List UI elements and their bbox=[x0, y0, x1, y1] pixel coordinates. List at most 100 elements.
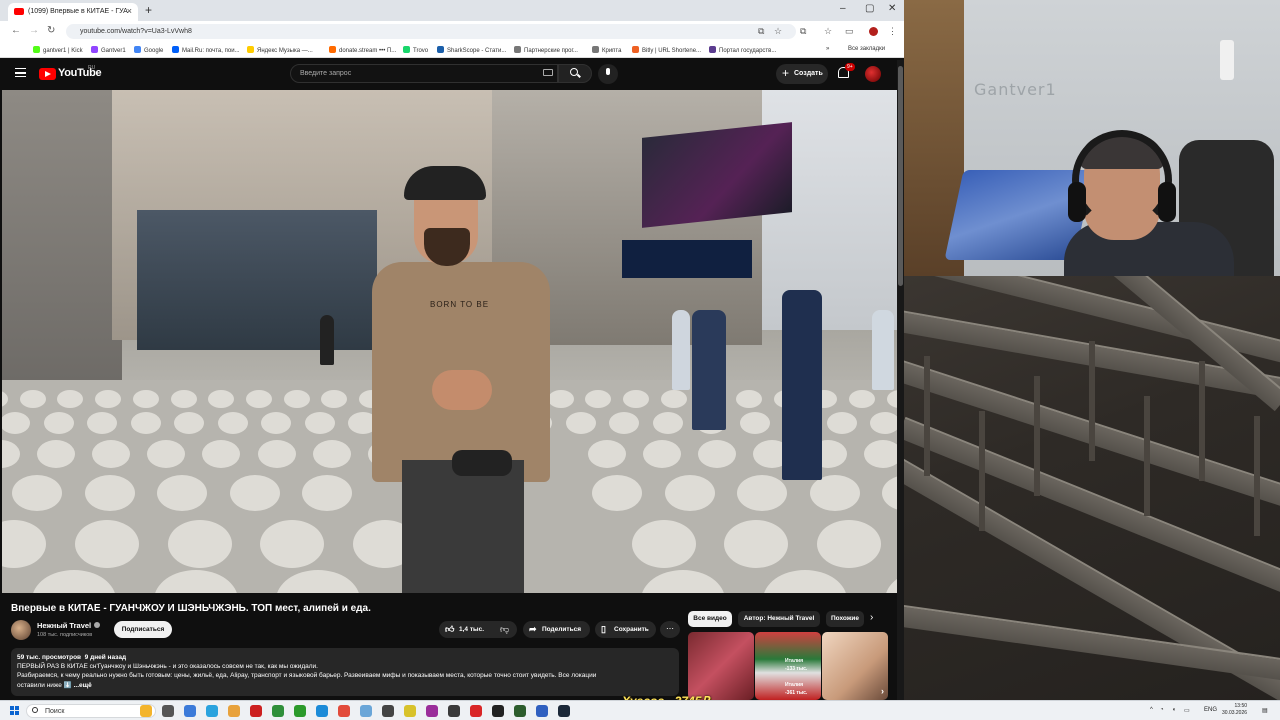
filter-chip[interactable]: Похожие bbox=[826, 611, 864, 627]
share-button[interactable]: ➦ Поделиться bbox=[523, 621, 590, 638]
account-avatar[interactable] bbox=[865, 66, 881, 82]
carousel-next-icon[interactable]: › bbox=[881, 686, 884, 696]
favorites-icon[interactable]: ☆ bbox=[824, 26, 832, 37]
settings-icon[interactable] bbox=[184, 705, 196, 717]
save-button[interactable]: ▯ Сохранить bbox=[595, 621, 656, 638]
bookmark-item[interactable]: Trovo bbox=[403, 46, 428, 54]
app-c-icon[interactable] bbox=[536, 705, 548, 717]
notification-center-icon[interactable]: ▤ bbox=[1262, 707, 1268, 714]
app-d-icon[interactable] bbox=[448, 705, 460, 717]
app-k-icon[interactable] bbox=[426, 705, 438, 717]
passerby bbox=[872, 310, 894, 390]
bookmark-item[interactable]: gantver1 | Kick bbox=[33, 46, 83, 54]
bookmark-label: Партнерские прог... bbox=[524, 48, 578, 54]
bookmark-item[interactable]: Партнерские прог... bbox=[514, 46, 578, 54]
filter-chip[interactable]: Все видео bbox=[688, 611, 732, 627]
recommended-video-thumbnail[interactable] bbox=[688, 632, 754, 700]
taskbar-search-input[interactable]: Поиск bbox=[26, 704, 156, 718]
bookmark-star-icon[interactable]: ☆ bbox=[774, 26, 782, 37]
app-h-icon[interactable] bbox=[492, 705, 504, 717]
keyboard-icon[interactable] bbox=[543, 69, 553, 76]
forward-button[interactable]: → bbox=[29, 25, 39, 36]
tray-network-icon[interactable]: ◔ bbox=[1160, 707, 1164, 713]
close-window-button[interactable]: ✕ bbox=[888, 3, 896, 14]
browser-menu-icon[interactable]: ⋮ bbox=[888, 26, 897, 37]
chevron-right-icon[interactable]: › bbox=[870, 612, 873, 623]
plaza-tile bbox=[652, 412, 683, 434]
yandex-icon[interactable] bbox=[470, 705, 482, 717]
host-waist-bag bbox=[452, 450, 512, 476]
install-app-icon[interactable]: ⧉ bbox=[758, 26, 764, 37]
app-x-icon[interactable] bbox=[404, 705, 416, 717]
maximize-button[interactable]: ▢ bbox=[865, 3, 874, 14]
tray-volume-icon[interactable]: ◖ bbox=[1172, 707, 1176, 713]
video-player[interactable]: BORN TO BE bbox=[2, 90, 897, 593]
bookmark-item[interactable]: Google bbox=[134, 46, 163, 54]
bookmark-item[interactable]: Яндекс Музыка —... bbox=[247, 46, 313, 54]
telegram-icon[interactable] bbox=[206, 705, 218, 717]
bookmark-item[interactable]: Mail.Ru: почта, пои... bbox=[172, 46, 240, 54]
64-app-icon[interactable] bbox=[250, 705, 262, 717]
clock[interactable]: 13:50 30.03.2026 bbox=[1222, 703, 1247, 717]
filter-chip[interactable]: Автор: Нежный Travel bbox=[738, 611, 820, 627]
more-actions-button[interactable]: ⋯ bbox=[660, 621, 680, 638]
minimize-button[interactable]: – bbox=[840, 3, 846, 14]
bookmark-item[interactable]: Bitly | URL Shortene... bbox=[632, 46, 701, 54]
bookmark-label: Яндекс Музыка —... bbox=[257, 48, 313, 54]
task-view-icon[interactable] bbox=[162, 705, 174, 717]
plaza-tile bbox=[167, 520, 232, 568]
all-bookmarks-folder[interactable]: Все закладки bbox=[848, 46, 885, 52]
dislike-button[interactable]: 👎︎ bbox=[493, 621, 517, 638]
like-button[interactable]: 👍︎ 1,4 тыс. bbox=[439, 621, 493, 638]
steam-icon[interactable] bbox=[558, 705, 570, 717]
highway-pillar bbox=[1144, 396, 1150, 516]
bookmark-item[interactable]: Крипта bbox=[592, 46, 621, 54]
terminal-icon[interactable] bbox=[272, 705, 284, 717]
tray-chevron-icon[interactable]: ^ bbox=[1150, 707, 1153, 713]
language-indicator[interactable]: ENG bbox=[1204, 707, 1217, 713]
app-g-icon[interactable] bbox=[514, 705, 526, 717]
bookmark-favicon-icon bbox=[91, 46, 98, 53]
notes-icon[interactable] bbox=[360, 705, 372, 717]
recommended-video-thumbnail[interactable] bbox=[822, 632, 888, 700]
search-input[interactable]: Введите запрос bbox=[290, 64, 558, 83]
description-box[interactable]: 59 тыс. просмотров 9 дней назад ПЕРВЫЙ Р… bbox=[11, 648, 679, 696]
obs-icon[interactable] bbox=[382, 705, 394, 717]
back-button[interactable]: ← bbox=[11, 25, 21, 36]
chrome-icon[interactable] bbox=[338, 705, 350, 717]
subscribe-button[interactable]: Подписаться bbox=[114, 621, 172, 638]
tray-battery-icon[interactable]: ▭ bbox=[1184, 707, 1190, 714]
profile-avatar[interactable] bbox=[869, 27, 878, 36]
led-screen bbox=[622, 240, 752, 278]
bookmark-item[interactable]: SharkScope - Стати... bbox=[437, 46, 506, 54]
plaza-tile bbox=[312, 440, 351, 468]
extensions-icon[interactable]: ⧉ bbox=[800, 26, 806, 37]
new-tab-button[interactable]: + bbox=[145, 3, 152, 17]
hamburger-menu-icon[interactable] bbox=[15, 68, 26, 77]
paint-icon[interactable] bbox=[228, 705, 240, 717]
edge-icon[interactable] bbox=[316, 705, 328, 717]
more-bookmarks-icon[interactable]: » bbox=[826, 46, 829, 52]
channel-avatar[interactable] bbox=[11, 620, 31, 640]
reload-button[interactable]: ↻ bbox=[47, 25, 55, 36]
plaza-tile bbox=[157, 475, 207, 511]
description-text: оставили ниже ⬇️ bbox=[17, 682, 72, 689]
bookmark-item[interactable]: Портал государств... bbox=[709, 46, 776, 54]
download-icon[interactable]: ▭ bbox=[845, 26, 854, 37]
bookmark-item[interactable]: donate.stream ••• П... bbox=[329, 46, 396, 54]
show-more-link[interactable]: ...ещё bbox=[74, 682, 92, 689]
windows-start-icon[interactable] bbox=[10, 706, 20, 716]
copilot-icon[interactable] bbox=[140, 705, 152, 717]
plaza-tile bbox=[736, 390, 762, 408]
xbox-icon[interactable] bbox=[294, 705, 306, 717]
bookmark-favicon-icon bbox=[247, 46, 254, 53]
url-field[interactable]: youtube.com/watch?v=Ua3-LvVwh8 bbox=[66, 24, 796, 39]
thumbs-down-icon: 👎︎ bbox=[500, 624, 510, 634]
scrollbar-thumb[interactable] bbox=[898, 66, 903, 286]
tab-youtube-video[interactable]: (1099) Впервые в КИТАЕ - ГУА × bbox=[8, 3, 138, 21]
close-tab-icon[interactable]: × bbox=[127, 6, 132, 16]
plaza-tile bbox=[817, 520, 882, 568]
channel-name[interactable]: Нежный Travel bbox=[37, 621, 101, 630]
bookmark-item[interactable]: Gantver1 bbox=[91, 46, 126, 54]
youtube-logo-icon[interactable] bbox=[39, 68, 56, 80]
